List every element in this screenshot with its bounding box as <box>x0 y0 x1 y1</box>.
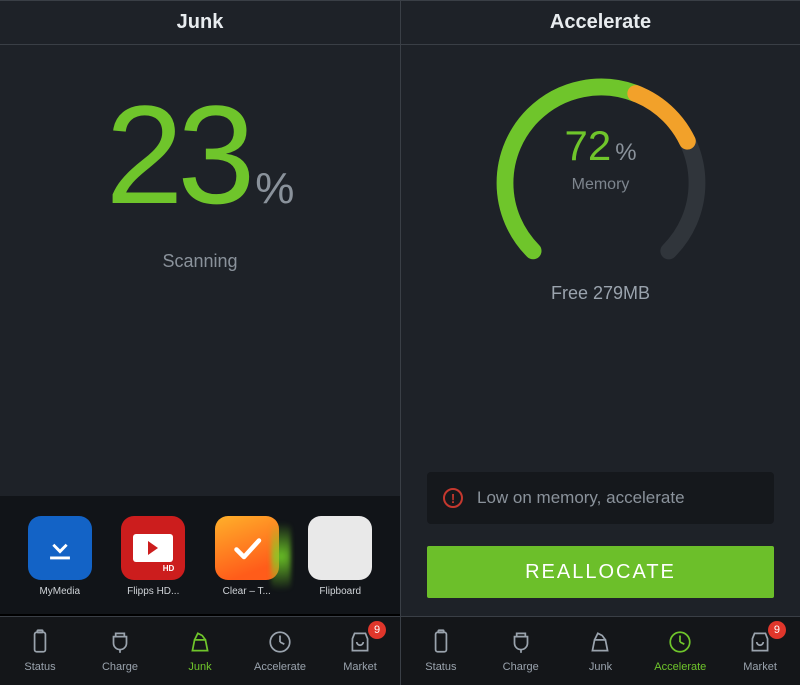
tab-label: Status <box>24 661 55 673</box>
plug-icon <box>107 629 133 658</box>
tabbar-right: Status Charge Junk Accelerate Market 9 <box>400 617 800 685</box>
junk-body: 23 % Scanning MyMedia HD Flipps HD... <box>0 45 400 616</box>
page-title-junk: Junk <box>0 1 400 45</box>
percent-symbol: % <box>615 139 636 166</box>
tab-junk[interactable]: Junk <box>561 617 641 685</box>
gauge-label: Memory <box>572 176 630 194</box>
broom-icon <box>587 629 613 658</box>
battery-icon <box>27 629 53 658</box>
tab-label: Charge <box>503 661 539 673</box>
reallocate-button[interactable]: REALLOCATE <box>427 546 774 598</box>
scan-glow <box>271 510 291 603</box>
tv-play-icon: HD <box>121 516 185 580</box>
page-title-accelerate: Accelerate <box>401 1 800 45</box>
warning-text: Low on memory, accelerate <box>477 488 685 508</box>
accelerate-screen: Accelerate 72% Memory Free 27 <box>400 1 800 616</box>
plug-icon <box>508 629 534 658</box>
badge: 9 <box>368 621 386 639</box>
tab-accelerate[interactable]: Accelerate <box>240 617 320 685</box>
accelerate-body: 72% Memory Free 279MB ! Low on memory, a… <box>401 45 800 616</box>
tab-charge[interactable]: Charge <box>80 617 160 685</box>
tab-status[interactable]: Status <box>0 617 80 685</box>
tab-market[interactable]: Market 9 <box>320 617 400 685</box>
clock-icon <box>667 629 693 658</box>
junk-percent: 23 % <box>106 85 295 225</box>
gauge-center: 72% Memory <box>481 73 721 243</box>
junk-percent-value: 23 <box>106 85 250 225</box>
tabbar-left: Status Charge Junk Accelerate Market 9 <box>0 617 400 685</box>
app-item[interactable]: HD Flipps HD... <box>116 516 192 597</box>
app-label: Flipps HD... <box>127 586 179 597</box>
app-item[interactable]: Clear – T... <box>209 516 285 597</box>
clock-icon <box>267 629 293 658</box>
flipboard-icon <box>308 516 372 580</box>
alert-icon: ! <box>443 488 463 508</box>
broom-icon <box>187 629 213 658</box>
tab-label: Charge <box>102 661 138 673</box>
gauge-value-number: 72 <box>564 122 611 169</box>
app-item[interactable]: MyMedia <box>22 516 98 597</box>
bottom-navs: Status Charge Junk Accelerate Market 9 Status… <box>0 617 800 685</box>
scanning-app-strip: MyMedia HD Flipps HD... Clear – T... <box>0 496 400 616</box>
low-memory-warning: ! Low on memory, accelerate <box>427 472 774 524</box>
tab-label: Market <box>343 661 377 673</box>
badge: 9 <box>768 621 786 639</box>
app-item[interactable]: Flipboard <box>303 516 379 597</box>
tab-market[interactable]: Market 9 <box>720 617 800 685</box>
app-label: Flipboard <box>319 586 361 597</box>
app-label: Clear – T... <box>223 586 271 597</box>
junk-status: Scanning <box>162 251 237 272</box>
tab-junk[interactable]: Junk <box>160 617 240 685</box>
tab-label: Status <box>425 661 456 673</box>
download-icon <box>28 516 92 580</box>
percent-symbol: % <box>255 167 294 211</box>
tab-charge[interactable]: Charge <box>481 617 561 685</box>
tab-label: Market <box>743 661 777 673</box>
tab-status[interactable]: Status <box>401 617 481 685</box>
gauge-value: 72% <box>564 122 636 170</box>
junk-screen: Junk 23 % Scanning MyMedia HD <box>0 1 400 616</box>
app-label: MyMedia <box>39 586 80 597</box>
tab-label: Junk <box>188 661 211 673</box>
tab-accelerate[interactable]: Accelerate <box>640 617 720 685</box>
junk-center: 23 % Scanning <box>0 45 400 496</box>
battery-icon <box>428 629 454 658</box>
checkmark-icon <box>215 516 279 580</box>
memory-gauge: 72% Memory <box>481 73 721 273</box>
tab-label: Junk <box>589 661 612 673</box>
tab-label: Accelerate <box>654 661 706 673</box>
tab-label: Accelerate <box>254 661 306 673</box>
